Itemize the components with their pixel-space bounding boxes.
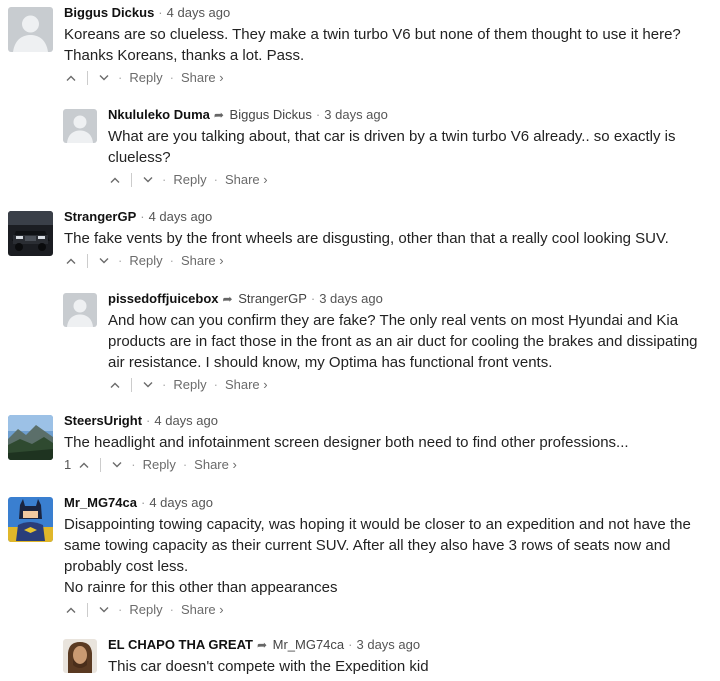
upvote-icon[interactable] — [77, 458, 91, 472]
comment-actions: 1 · Reply · Share › — [64, 456, 237, 474]
comment-actions: · Reply · Share › — [108, 171, 712, 189]
downvote-icon[interactable] — [110, 458, 124, 472]
comment-time[interactable]: 4 days ago — [154, 413, 218, 428]
comment-line: And how can you confirm they are fake? T… — [108, 312, 698, 371]
parent-author[interactable]: Mr_MG74ca — [273, 637, 345, 652]
share-button[interactable]: Share › — [225, 376, 268, 394]
upvote-icon[interactable] — [64, 254, 78, 268]
portrait-avatar-icon — [63, 639, 97, 673]
comment-author[interactable]: Biggus Dickus — [64, 5, 154, 20]
comment-time[interactable]: 3 days ago — [357, 637, 421, 652]
reply-button[interactable]: Reply — [173, 171, 206, 189]
upvote-icon[interactable] — [108, 173, 122, 187]
comment-text: The headlight and infotainment screen de… — [64, 432, 712, 453]
reply-button[interactable]: Reply — [129, 69, 162, 87]
comment-author[interactable]: SteersUright — [64, 413, 142, 428]
avatar[interactable] — [63, 109, 97, 143]
comment-line: Koreans are so clueless. They make a twi… — [64, 26, 681, 64]
comment-time[interactable]: 4 days ago — [149, 209, 213, 224]
comment-line: What are you talking about, that car is … — [108, 128, 676, 166]
reply-button[interactable]: Reply — [173, 376, 206, 394]
reply-arrow-icon: ➦ — [222, 292, 233, 306]
upvote-count: 1 — [64, 457, 72, 472]
downvote-icon[interactable] — [141, 378, 155, 392]
avatar[interactable] — [63, 293, 97, 327]
upvote-icon[interactable] — [64, 71, 78, 85]
downvote-icon[interactable] — [97, 603, 111, 617]
reply-arrow-icon: ➦ — [213, 108, 224, 122]
default-avatar-icon — [63, 109, 97, 143]
downvote-icon[interactable] — [141, 173, 155, 187]
share-button[interactable]: Share › — [194, 456, 237, 474]
default-avatar-icon — [63, 293, 97, 327]
share-button[interactable]: Share › — [225, 171, 268, 189]
comment-line: No rainre for this other than appearance… — [64, 579, 338, 596]
vote-divider — [100, 458, 102, 472]
vote-divider — [87, 71, 88, 85]
comment-author[interactable]: Nkululeko Duma — [108, 107, 210, 122]
avatar[interactable] — [8, 7, 53, 52]
comment-actions: · Reply · Share › — [64, 601, 712, 619]
comment-text: The fake vents by the front wheels are d… — [64, 228, 712, 249]
batman-avatar-icon — [8, 497, 53, 542]
comment-author[interactable]: EL CHAPO THA GREAT — [108, 637, 253, 652]
parent-author[interactable]: StrangerGP — [238, 291, 307, 306]
share-button[interactable]: Share › — [181, 69, 224, 87]
vote-divider — [87, 603, 88, 617]
reply-arrow-icon: ➦ — [256, 638, 267, 652]
parent-author[interactable]: Biggus Dickus — [230, 107, 312, 122]
share-button[interactable]: Share › — [181, 601, 224, 619]
car-photo-avatar-icon — [8, 211, 53, 256]
comment-text: What are you talking about, that car is … — [108, 126, 712, 168]
comment-text: And how can you confirm they are fake? T… — [108, 310, 712, 373]
avatar[interactable] — [8, 497, 53, 542]
vote-divider — [131, 378, 132, 392]
upvote-icon[interactable] — [108, 378, 122, 392]
comment-time[interactable]: 4 days ago — [167, 5, 231, 20]
vote-divider — [131, 173, 132, 187]
comment-text: This car doesn't compete with the Expedi… — [108, 656, 712, 677]
landscape-photo-avatar-icon — [8, 415, 53, 460]
comment-line: The fake vents by the front wheels are d… — [64, 230, 669, 247]
comment-actions: · Reply · Share › — [64, 252, 712, 270]
comment-author[interactable]: Mr_MG74ca — [64, 495, 137, 510]
comment-time[interactable]: 3 days ago — [319, 291, 383, 306]
comment-actions: · Reply · Share › — [108, 376, 712, 394]
comment-text: Koreans are so clueless. They make a twi… — [64, 24, 712, 66]
comment-line: This car doesn't compete with the Expedi… — [108, 658, 429, 675]
upvote-icon[interactable] — [64, 603, 78, 617]
comment-time[interactable]: 4 days ago — [149, 495, 213, 510]
comment-line: Disappointing towing capacity, was hopin… — [64, 516, 691, 575]
comment-actions: · Reply · Share › — [64, 69, 712, 87]
vote-divider — [87, 254, 88, 268]
downvote-icon[interactable] — [97, 71, 111, 85]
comment-author[interactable]: pissedoffjuicebox — [108, 291, 219, 306]
share-button[interactable]: Share › — [181, 252, 224, 270]
downvote-icon[interactable] — [97, 254, 111, 268]
reply-button[interactable]: Reply — [143, 456, 176, 474]
reply-button[interactable]: Reply — [129, 601, 162, 619]
reply-button[interactable]: Reply — [129, 252, 162, 270]
avatar[interactable] — [63, 639, 97, 673]
comment-author[interactable]: StrangerGP — [64, 209, 136, 224]
comment-time[interactable]: 3 days ago — [324, 107, 388, 122]
avatar[interactable] — [8, 211, 53, 256]
default-avatar-icon — [8, 7, 53, 52]
comment-text: Disappointing towing capacity, was hopin… — [64, 514, 712, 598]
avatar[interactable] — [8, 415, 53, 460]
comment-line: The headlight and infotainment screen de… — [64, 434, 629, 451]
